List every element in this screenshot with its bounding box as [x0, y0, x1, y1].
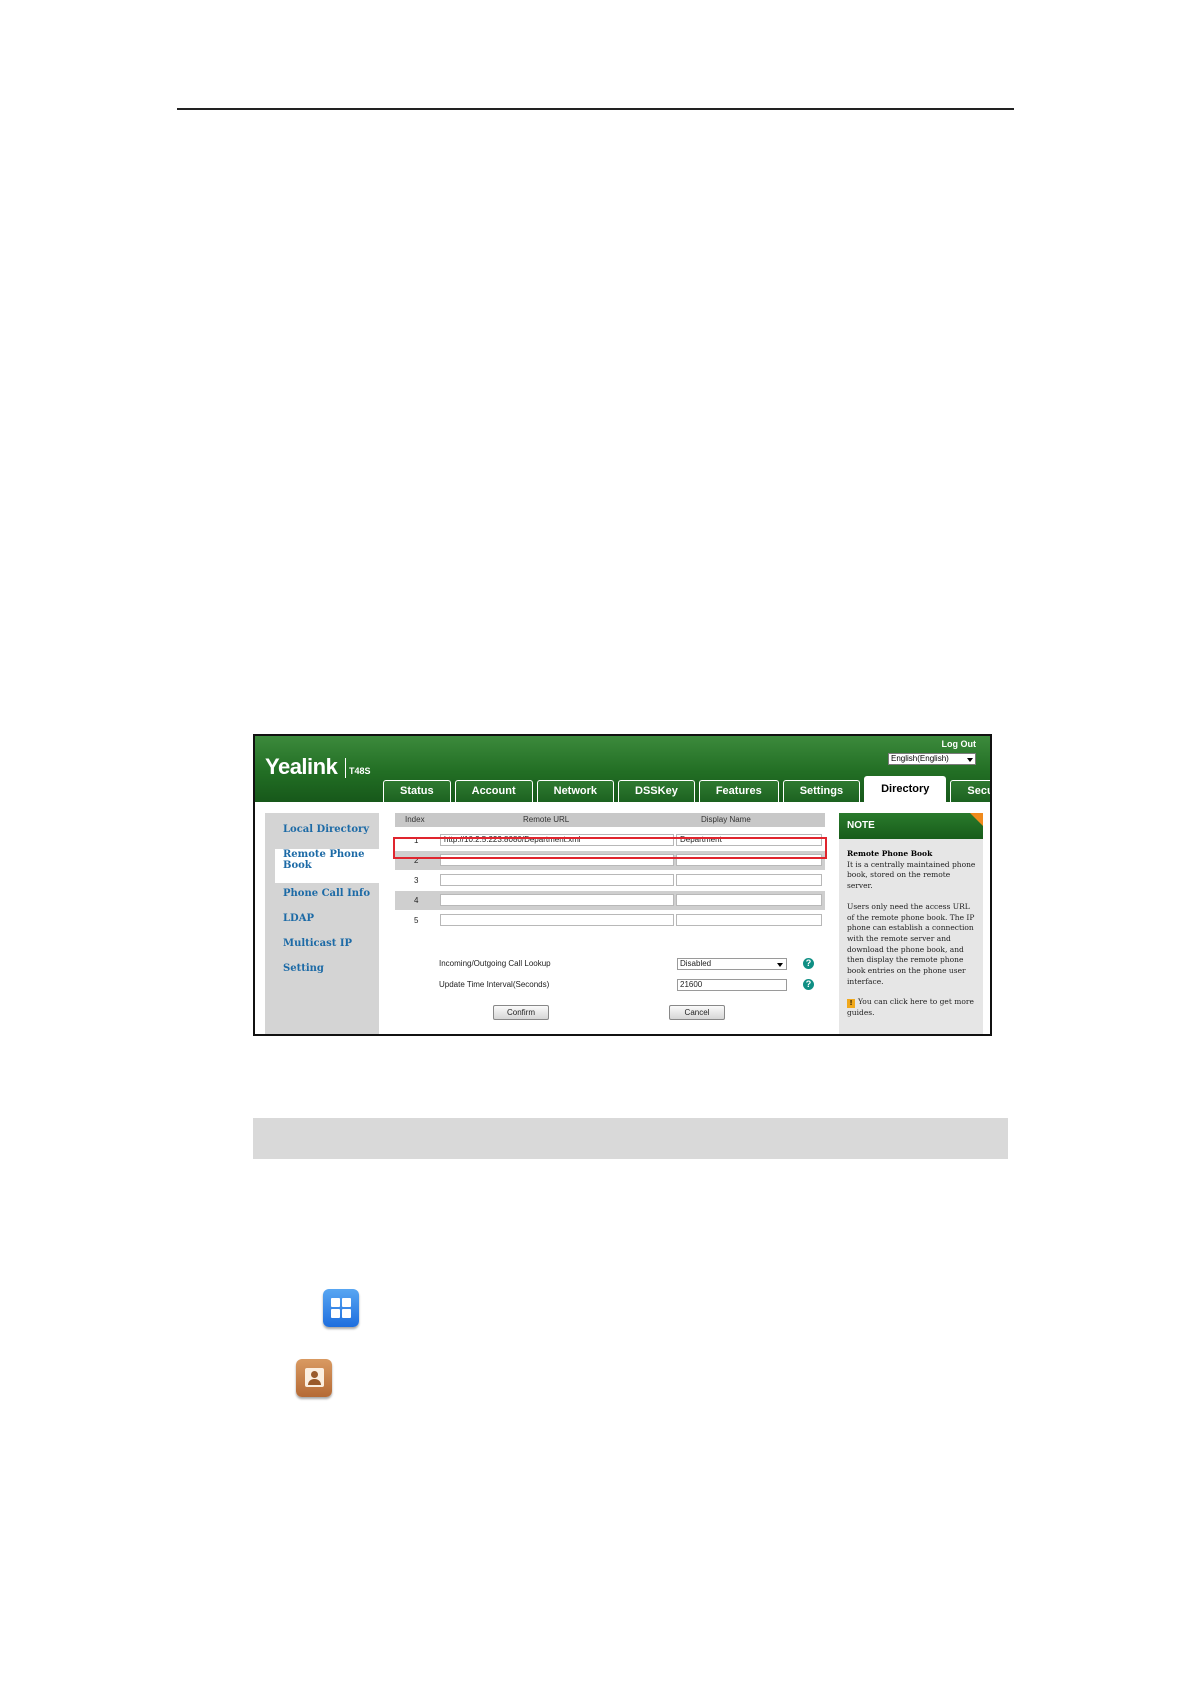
- header-rule: [177, 108, 1014, 110]
- note-title: Remote Phone Book: [847, 849, 933, 858]
- table-row: 1 http://10.2.5.223:8080/Department.xml …: [395, 831, 825, 850]
- confirm-button[interactable]: Confirm: [493, 1005, 549, 1020]
- remote-url-input[interactable]: [440, 914, 674, 926]
- tab-account[interactable]: Account: [454, 780, 533, 802]
- column-header-remote-url: Remote URL: [523, 815, 570, 824]
- row-index: 1: [414, 836, 419, 845]
- call-lookup-select[interactable]: Disabled: [677, 958, 787, 970]
- row-index: 3: [414, 876, 419, 885]
- display-name-input[interactable]: [676, 894, 822, 906]
- remote-url-input[interactable]: http://10.2.5.223:8080/Department.xml: [440, 834, 674, 846]
- update-interval-label: Update Time Interval(Seconds): [439, 980, 550, 989]
- tab-network[interactable]: Network: [536, 780, 615, 802]
- chevron-down-icon: [777, 963, 783, 967]
- table-header: Index Remote URL Display Name: [395, 813, 825, 827]
- note-body: Remote Phone Book It is a centrally main…: [847, 849, 977, 1019]
- main-tabs: Status Account Network DSSKey Features S…: [383, 776, 990, 802]
- section-gray-bar: [253, 1118, 1008, 1159]
- web-ui-screenshot: Yealink T48S Log Out English(English) St…: [253, 734, 992, 1036]
- directory-icon: [296, 1359, 332, 1397]
- language-select[interactable]: English(English): [888, 753, 976, 765]
- note-paragraph: It is a centrally maintained phone book,…: [847, 859, 976, 891]
- note-panel: NOTE Remote Phone Book It is a centrally…: [839, 813, 983, 1034]
- column-header-index: Index: [405, 815, 425, 824]
- tab-settings[interactable]: Settings: [782, 780, 861, 802]
- table-row: 2: [395, 851, 825, 870]
- tab-features[interactable]: Features: [698, 780, 779, 802]
- help-icon[interactable]: ?: [803, 958, 814, 969]
- call-lookup-label: Incoming/Outgoing Call Lookup: [439, 959, 551, 968]
- help-icon[interactable]: ?: [803, 979, 814, 990]
- menu-icon: [323, 1289, 359, 1327]
- guide-icon: !: [847, 999, 855, 1009]
- logout-link[interactable]: Log Out: [942, 739, 977, 749]
- tab-security[interactable]: Security: [950, 780, 990, 802]
- tab-dsskey[interactable]: DSSKey: [618, 780, 695, 802]
- remote-url-input[interactable]: [440, 874, 674, 886]
- row-index: 4: [414, 896, 419, 905]
- brand-divider: [345, 758, 346, 778]
- header-banner: Yealink T48S Log Out English(English) St…: [255, 736, 990, 802]
- call-lookup-value: Disabled: [680, 959, 712, 968]
- note-header: NOTE: [839, 813, 983, 839]
- display-name-input[interactable]: [676, 914, 822, 926]
- column-header-display-name: Display Name: [701, 815, 751, 824]
- brand-logo: Yealink: [265, 754, 338, 779]
- sidebar-item-multicast-ip[interactable]: Multicast IP: [283, 938, 373, 949]
- row-index: 2: [414, 856, 419, 865]
- sidebar-item-remote-phone-book[interactable]: Remote Phone Book: [283, 849, 373, 871]
- table-row: 3: [395, 871, 825, 890]
- note-tip[interactable]: ! You can click here to get more guides.: [847, 997, 977, 1019]
- note-paragraph: Users only need the access URL of the re…: [847, 901, 975, 986]
- display-name-input[interactable]: Department: [676, 834, 822, 846]
- display-name-input[interactable]: [676, 854, 822, 866]
- remote-url-input[interactable]: [440, 854, 674, 866]
- sidebar: Local Directory Remote Phone Book Phone …: [265, 813, 380, 1034]
- display-name-input[interactable]: [676, 874, 822, 886]
- table-row: 4: [395, 891, 825, 910]
- sidebar-item-phone-call-info[interactable]: Phone Call Info: [283, 888, 373, 899]
- sidebar-item-setting[interactable]: Setting: [283, 963, 373, 974]
- sidebar-item-local-directory[interactable]: Local Directory: [283, 824, 373, 835]
- tab-status[interactable]: Status: [383, 780, 451, 802]
- model-label: T48S: [349, 766, 371, 776]
- note-corner-fold: [970, 813, 983, 826]
- update-interval-input[interactable]: 21600: [677, 979, 787, 991]
- content-area: Local Directory Remote Phone Book Phone …: [255, 802, 990, 1034]
- note-tip-text: You can click here to get more guides.: [847, 997, 974, 1018]
- tab-directory[interactable]: Directory: [864, 776, 947, 802]
- language-value: English(English): [891, 754, 949, 763]
- cancel-button[interactable]: Cancel: [669, 1005, 725, 1020]
- row-index: 5: [414, 916, 419, 925]
- table-row: 5: [395, 911, 825, 930]
- sidebar-item-ldap[interactable]: LDAP: [283, 913, 373, 924]
- remote-url-input[interactable]: [440, 894, 674, 906]
- chevron-down-icon: [967, 758, 973, 762]
